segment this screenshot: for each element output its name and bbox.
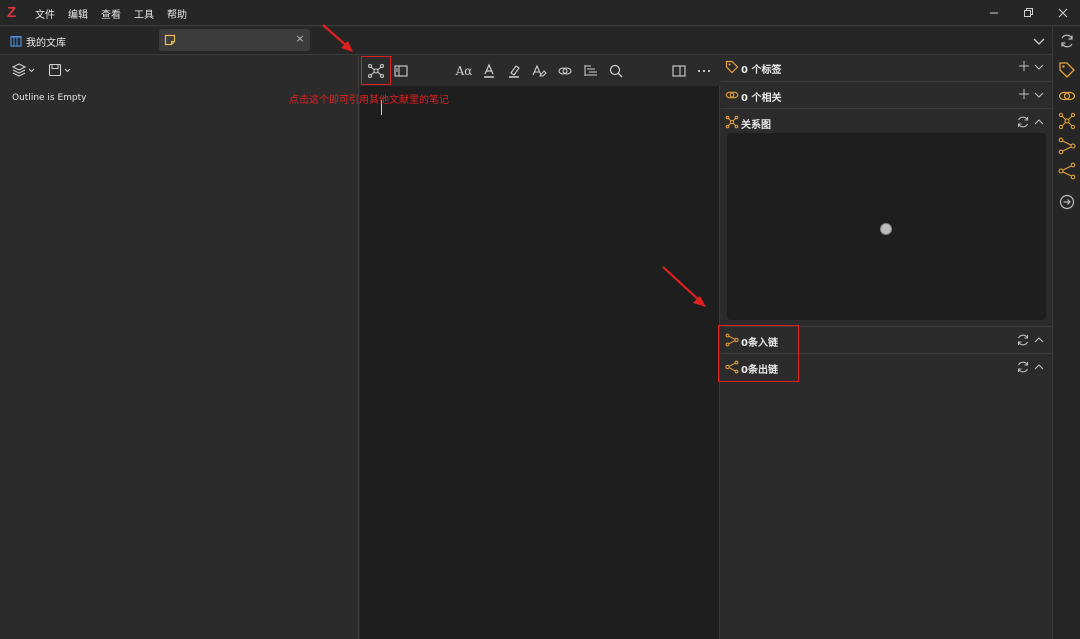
highlighter-icon xyxy=(509,65,520,78)
link-icon xyxy=(558,67,572,75)
search-icon xyxy=(609,64,623,78)
graph-icon-wrap xyxy=(725,115,739,129)
close-window-button[interactable] xyxy=(1054,4,1072,22)
outline-empty-text: Outline is Empty xyxy=(12,93,87,103)
graph-node[interactable] xyxy=(880,223,892,235)
annotation-arrow-icon xyxy=(662,266,706,307)
side-sync-button[interactable] xyxy=(1058,32,1076,50)
save-dropdown-button[interactable] xyxy=(48,62,74,78)
side-related-button[interactable] xyxy=(1058,87,1076,105)
graph-icon xyxy=(725,115,739,129)
menu-file[interactable]: 文件 xyxy=(35,6,55,21)
add-related-button[interactable] xyxy=(1018,86,1030,102)
chevron-up-icon xyxy=(1034,364,1044,370)
chevron-up-icon xyxy=(1034,337,1044,343)
annotation-text: 点击这个即可引用其他文献里的笔记 xyxy=(289,95,449,106)
side-graph-button[interactable] xyxy=(1058,112,1076,130)
tabs-bar xyxy=(0,27,1052,55)
text-format-button[interactable]: Aα xyxy=(453,60,475,82)
align-icon xyxy=(584,65,597,76)
minimize-icon xyxy=(990,12,998,14)
align-button[interactable] xyxy=(580,60,602,82)
tags-expand-button[interactable] xyxy=(1032,60,1046,74)
add-tag-button[interactable] xyxy=(1018,58,1030,74)
annotation-arrow-icon xyxy=(322,24,353,52)
library-icon xyxy=(10,36,22,47)
chevron-down-icon xyxy=(1034,92,1044,98)
graph-section-title[interactable]: 关系图 xyxy=(741,116,771,131)
more-options-button[interactable] xyxy=(693,60,715,82)
clear-format-button[interactable] xyxy=(528,60,550,82)
note-icon xyxy=(164,34,176,46)
tag-icon xyxy=(1059,62,1075,78)
annotation-highlight-box xyxy=(361,56,391,85)
plus-icon xyxy=(1019,61,1029,71)
split-view-icon xyxy=(672,65,686,77)
highlight-button[interactable] xyxy=(503,60,525,82)
graph-refresh-button[interactable] xyxy=(1016,115,1030,129)
close-icon xyxy=(1058,8,1068,18)
inbound-collapse-button[interactable] xyxy=(1032,333,1046,347)
refresh-icon xyxy=(1017,116,1029,128)
refresh-icon xyxy=(1017,361,1029,373)
layers-icon xyxy=(12,63,35,77)
text-color-icon xyxy=(484,63,494,78)
graph-icon xyxy=(1058,112,1076,130)
sidebar-toggle-button[interactable] xyxy=(390,60,412,82)
arrow-circle-icon xyxy=(1059,194,1075,210)
clear-format-icon xyxy=(532,64,547,77)
minimize-button[interactable] xyxy=(985,4,1003,22)
side-outbound-button[interactable] xyxy=(1058,162,1076,180)
library-tab-label: 我的文库 xyxy=(26,37,66,49)
related-icon-wrap xyxy=(725,88,739,102)
related-expand-button[interactable] xyxy=(1032,88,1046,102)
outbound-collapse-button[interactable] xyxy=(1032,360,1046,374)
tags-section-title[interactable]: 0 个标签 xyxy=(741,61,781,76)
menu-tools[interactable]: 工具 xyxy=(134,6,154,21)
chevron-up-icon xyxy=(1034,119,1044,125)
tag-icon xyxy=(725,60,739,74)
refresh-icon xyxy=(1017,334,1029,346)
tag-section-icon-wrap xyxy=(725,60,739,74)
inbound-link-icon xyxy=(1058,137,1076,155)
insert-link-button[interactable] xyxy=(554,60,576,82)
library-tab[interactable]: 我的文库 xyxy=(10,33,66,49)
chevron-down-icon xyxy=(1033,38,1045,45)
title-bar xyxy=(0,0,1080,26)
sidebar-icon xyxy=(394,65,408,77)
tabs-menu-button[interactable] xyxy=(1030,32,1048,50)
search-button[interactable] xyxy=(605,60,627,82)
outbound-link-icon xyxy=(1058,162,1076,180)
restore-icon xyxy=(1024,8,1033,17)
related-link-icon xyxy=(725,91,739,99)
split-view-button[interactable] xyxy=(668,60,690,82)
menu-view[interactable]: 查看 xyxy=(101,6,121,21)
related-section-title[interactable]: 0 个相关 xyxy=(741,89,781,104)
outbound-refresh-button[interactable] xyxy=(1016,360,1030,374)
graph-collapse-button[interactable] xyxy=(1032,115,1046,129)
annotation-highlight-box xyxy=(718,325,799,382)
app-logo: Z xyxy=(7,4,17,21)
divider xyxy=(721,108,1052,109)
note-tab-close-button[interactable]: × xyxy=(293,32,307,46)
more-horizontal-icon xyxy=(697,69,711,73)
note-tab[interactable] xyxy=(159,29,310,51)
save-icon xyxy=(48,63,71,77)
menu-edit[interactable]: 编辑 xyxy=(68,6,88,21)
text-color-button[interactable] xyxy=(478,60,500,82)
restore-button[interactable] xyxy=(1019,4,1037,22)
divider xyxy=(721,81,1052,82)
related-link-icon xyxy=(1058,91,1076,101)
menu-help[interactable]: 帮助 xyxy=(167,6,187,21)
layers-dropdown-button[interactable] xyxy=(12,62,38,78)
chevron-down-icon xyxy=(1034,64,1044,70)
inbound-refresh-button[interactable] xyxy=(1016,333,1030,347)
outline-pane xyxy=(0,56,359,639)
sync-icon xyxy=(1061,34,1073,48)
side-add-pane-button[interactable] xyxy=(1058,193,1076,211)
note-editor[interactable] xyxy=(360,86,720,639)
plus-icon xyxy=(1019,89,1029,99)
side-tags-button[interactable] xyxy=(1058,61,1076,79)
side-inbound-button[interactable] xyxy=(1058,137,1076,155)
